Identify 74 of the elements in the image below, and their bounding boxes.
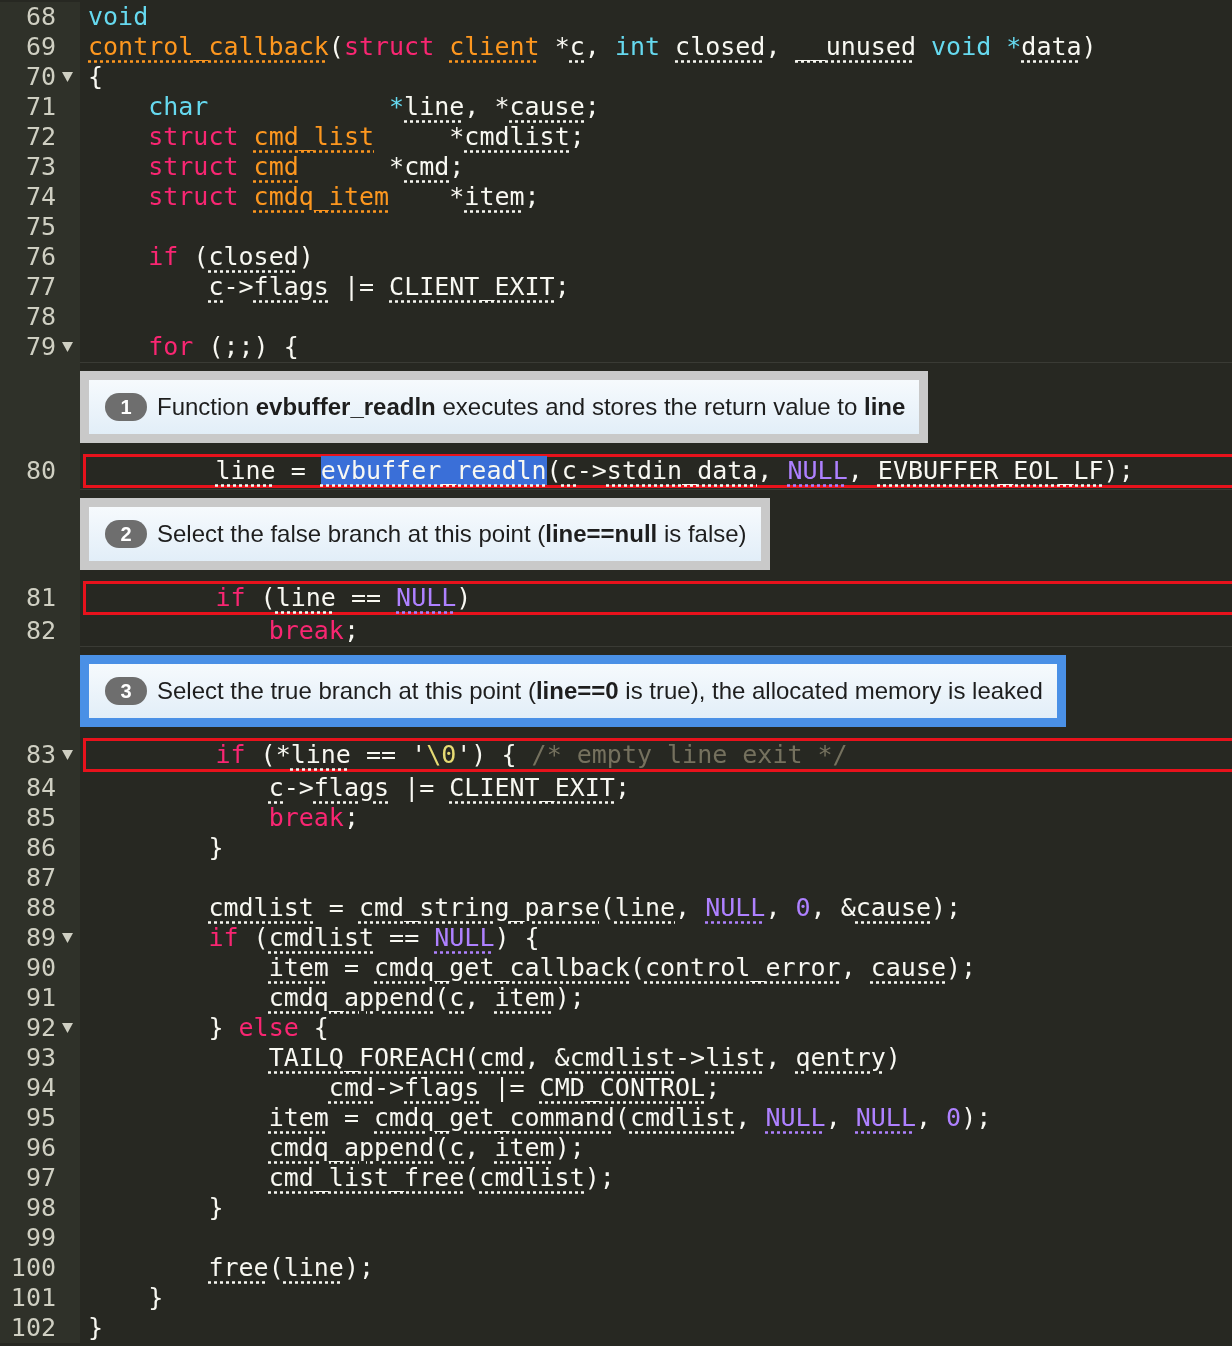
line-number: 99 (24, 1223, 56, 1253)
line-number: 97 (24, 1163, 56, 1193)
step-badge: 3 (105, 677, 147, 705)
line-number: 86 (24, 833, 56, 863)
code-line: free(line); (207, 1253, 376, 1283)
annotation-text: Function evbuffer_readln executes and stores the return value to line (157, 393, 906, 421)
line-number: 75 (24, 212, 56, 242)
code-line: { (87, 62, 105, 92)
line-number: 101 (9, 1283, 56, 1313)
line-number: 82 (24, 616, 56, 646)
line-number: 73 (24, 152, 56, 182)
line-number: 69 (24, 32, 56, 62)
line-number: 94 (24, 1073, 56, 1103)
code-line: void (87, 2, 150, 32)
code-line: if (cmdlist == NULL) { (207, 923, 541, 953)
line-number: 68 (24, 2, 56, 32)
line-number: 98 (24, 1193, 56, 1223)
fold-arrow-icon[interactable] (62, 1023, 73, 1033)
code-line: cmdq_append(c, item); (267, 983, 586, 1013)
line-number: 88 (24, 893, 56, 923)
line-number: 92 (24, 1013, 56, 1043)
annotation-text: Select the true branch at this point (line==0 is true), the allocated memory is leaked (157, 677, 1043, 705)
line-number: 76 (24, 242, 56, 272)
fold-arrow-icon[interactable] (62, 342, 73, 352)
code-line: cmdlist = cmd_string_parse(line, NULL, 0, &cause); (207, 893, 963, 923)
fold-arrow-icon[interactable] (62, 933, 73, 943)
annotation-text: Select the false branch at this point (line==null is false) (157, 520, 747, 548)
line-number: 100 (9, 1253, 56, 1283)
code-line: break; (267, 803, 360, 833)
code-line: cmd_list_free(cmdlist); (267, 1163, 616, 1193)
code-line: control_callback(struct client *c, int closed, __unused void *data) (87, 32, 1098, 62)
line-number: 77 (24, 272, 56, 302)
line-number: 72 (24, 122, 56, 152)
code-line: } (207, 1193, 225, 1223)
code-line: } (147, 1283, 165, 1313)
code-line: cmd->flags |= CMD_CONTROL; (327, 1073, 722, 1103)
line-number: 87 (24, 863, 56, 893)
code-line: if (closed) (147, 242, 315, 272)
line-number: 91 (24, 983, 56, 1013)
line-number: 93 (24, 1043, 56, 1073)
line-number: 79 (24, 332, 56, 362)
code-line: } (207, 833, 225, 863)
code-line: } (87, 1313, 105, 1343)
line-number: 70 (24, 62, 56, 92)
fold-arrow-icon[interactable] (62, 750, 73, 760)
line-number: 80 (24, 456, 56, 486)
line-number: 83 (24, 740, 56, 770)
code-line: item = cmdq_get_command(cmdlist, NULL, NULL, 0); (267, 1103, 993, 1133)
line-number: 71 (24, 92, 56, 122)
line-number: 102 (9, 1313, 56, 1343)
line-number: 84 (24, 773, 56, 803)
line-number: 95 (24, 1103, 56, 1133)
code-line: TAILQ_FOREACH(cmd, &cmdlist->list, qentry) (267, 1043, 902, 1073)
fold-arrow-icon[interactable] (62, 72, 73, 82)
code-line: cmdq_append(c, item); (267, 1133, 586, 1163)
code-line: } else { (207, 1013, 330, 1043)
line-number: 74 (24, 182, 56, 212)
line-number: 89 (24, 923, 56, 953)
line-number: 85 (24, 803, 56, 833)
code-line: item = cmdq_get_callback(control_error, cause); (267, 953, 978, 983)
code-line: c->flags |= CLIENT_EXIT; (267, 773, 631, 803)
line-number: 81 (24, 583, 56, 613)
code-line: break; (267, 616, 360, 646)
code-line: for (;;) { (147, 332, 300, 362)
code-line: char *line, *cause; (147, 92, 601, 122)
code-line: struct cmdq_item *item; (147, 182, 541, 212)
step-badge: 2 (105, 520, 147, 548)
code-line: struct cmd_list *cmdlist; (147, 122, 586, 152)
line-number: 96 (24, 1133, 56, 1163)
line-number: 90 (24, 953, 56, 983)
step-badge: 1 (105, 393, 147, 421)
code-line: c->flags |= CLIENT_EXIT; (207, 272, 571, 302)
code-line: struct cmd *cmd; (147, 152, 466, 182)
line-number: 78 (24, 302, 56, 332)
